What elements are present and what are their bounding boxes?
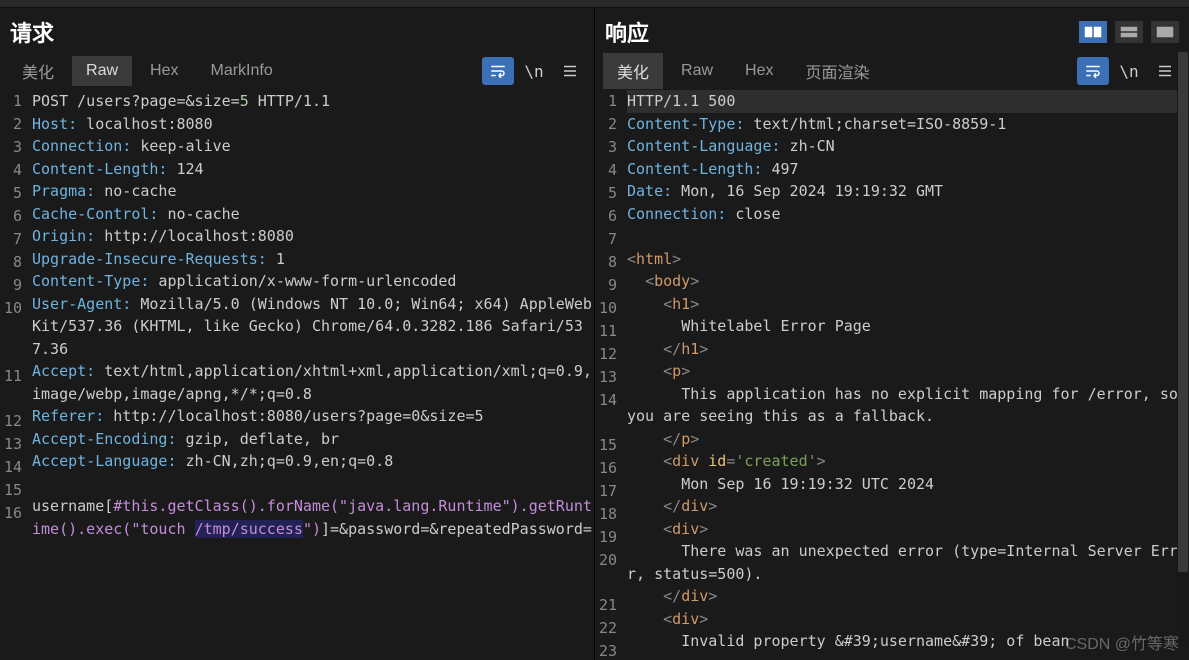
code-line[interactable]: Accept-Language: zh-CN,zh;q=0.9,en;q=0.8 — [32, 450, 594, 473]
code-line[interactable]: </h1> — [627, 338, 1189, 361]
request-panel: 请求 美化 Raw Hex MarkInfo \n 12345678910111… — [0, 8, 595, 660]
tab-hex[interactable]: Hex — [731, 56, 787, 86]
code-line[interactable]: Upgrade-Insecure-Requests: 1 — [32, 248, 594, 271]
code-line[interactable]: <h1> — [627, 293, 1189, 316]
tab-raw[interactable]: Raw — [72, 56, 132, 86]
code-line[interactable]: <html> — [627, 248, 1189, 271]
code-line[interactable]: Whitelabel Error Page — [627, 315, 1189, 338]
code-line[interactable]: Pragma: no-cache — [32, 180, 594, 203]
code-line[interactable]: Referer: http://localhost:8080/users?pag… — [32, 405, 594, 428]
wrap-icon[interactable] — [482, 57, 514, 85]
newline-icon[interactable]: \n — [518, 57, 550, 85]
code-line[interactable]: Origin: http://localhost:8080 — [32, 225, 594, 248]
response-editor[interactable]: 1234567891011121314151617181920212223 HT… — [595, 90, 1189, 660]
tab-raw[interactable]: Raw — [667, 56, 727, 86]
code-line[interactable]: Content-Language: zh-CN — [627, 135, 1189, 158]
tab-beautify[interactable]: 美化 — [8, 53, 68, 89]
split-panels: 请求 美化 Raw Hex MarkInfo \n 12345678910111… — [0, 8, 1189, 660]
layout-controls — [1079, 21, 1179, 43]
request-tabbar: 美化 Raw Hex MarkInfo \n — [0, 52, 594, 90]
code-line[interactable]: username[#this.getClass().forName("java.… — [32, 495, 594, 540]
code-line[interactable]: <p> — [627, 360, 1189, 383]
code-line[interactable]: Mon Sep 16 19:19:32 UTC 2024 — [627, 473, 1189, 496]
code-line[interactable]: Host: localhost:8080 — [32, 113, 594, 136]
code-line[interactable]: Content-Type: application/x-www-form-url… — [32, 270, 594, 293]
response-header: 响应 — [595, 8, 1189, 52]
request-code[interactable]: POST /users?page=&size=5 HTTP/1.1Host: l… — [28, 90, 594, 660]
code-line[interactable]: HTTP/1.1 500 — [627, 90, 1189, 113]
top-strip — [0, 0, 1189, 8]
request-title: 请求 — [10, 16, 54, 48]
layout-single-icon[interactable] — [1151, 21, 1179, 43]
code-line[interactable]: <div> — [627, 518, 1189, 541]
code-line[interactable]: Connection: keep-alive — [32, 135, 594, 158]
tab-render[interactable]: 页面渲染 — [791, 53, 883, 89]
request-header: 请求 — [0, 8, 594, 52]
menu-icon[interactable] — [554, 57, 586, 85]
code-line[interactable]: </p> — [627, 428, 1189, 451]
code-line[interactable]: Content-Length: 124 — [32, 158, 594, 181]
wrap-icon[interactable] — [1077, 57, 1109, 85]
code-line[interactable]: Date: Mon, 16 Sep 2024 19:19:32 GMT — [627, 180, 1189, 203]
code-line[interactable]: User-Agent: Mozilla/5.0 (Windows NT 10.0… — [32, 293, 594, 361]
tab-markinfo[interactable]: MarkInfo — [196, 56, 286, 86]
scrollbar[interactable] — [1177, 52, 1189, 642]
code-line[interactable]: Accept-Encoding: gzip, deflate, br — [32, 428, 594, 451]
tab-beautify[interactable]: 美化 — [603, 53, 663, 89]
code-line[interactable]: Content-Type: text/html;charset=ISO-8859… — [627, 113, 1189, 136]
response-gutter: 1234567891011121314151617181920212223 — [595, 90, 623, 660]
request-editor[interactable]: 12345678910111213141516 POST /users?page… — [0, 90, 594, 660]
code-line[interactable] — [32, 473, 594, 496]
code-line[interactable]: Accept: text/html,application/xhtml+xml,… — [32, 360, 594, 405]
layout-rows-icon[interactable] — [1115, 21, 1143, 43]
response-title: 响应 — [605, 16, 649, 48]
code-line[interactable]: Cache-Control: no-cache — [32, 203, 594, 226]
code-line[interactable]: <div> — [627, 608, 1189, 631]
scrollbar-thumb[interactable] — [1178, 52, 1188, 572]
tab-hex[interactable]: Hex — [136, 56, 192, 86]
response-code[interactable]: HTTP/1.1 500Content-Type: text/html;char… — [623, 90, 1189, 660]
code-line[interactable]: </div> — [627, 495, 1189, 518]
code-line[interactable]: Invalid property &#39;username&#39; of b… — [627, 630, 1189, 653]
code-line[interactable]: There was an unexpected error (type=Inte… — [627, 540, 1189, 585]
code-line[interactable]: </div> — [627, 585, 1189, 608]
response-tabbar: 美化 Raw Hex 页面渲染 \n — [595, 52, 1189, 90]
code-line[interactable]: Content-Length: 497 — [627, 158, 1189, 181]
request-gutter: 12345678910111213141516 — [0, 90, 28, 660]
code-line[interactable]: <body> — [627, 270, 1189, 293]
response-panel: 响应 美化 Raw Hex 页面渲染 \n — [595, 8, 1189, 660]
code-line[interactable]: POST /users?page=&size=5 HTTP/1.1 — [32, 90, 594, 113]
code-line[interactable]: <div id='created'> — [627, 450, 1189, 473]
code-line[interactable] — [627, 225, 1189, 248]
code-line[interactable]: Connection: close — [627, 203, 1189, 226]
newline-icon[interactable]: \n — [1113, 57, 1145, 85]
code-line[interactable]: This application has no explicit mapping… — [627, 383, 1189, 428]
layout-columns-icon[interactable] — [1079, 21, 1107, 43]
